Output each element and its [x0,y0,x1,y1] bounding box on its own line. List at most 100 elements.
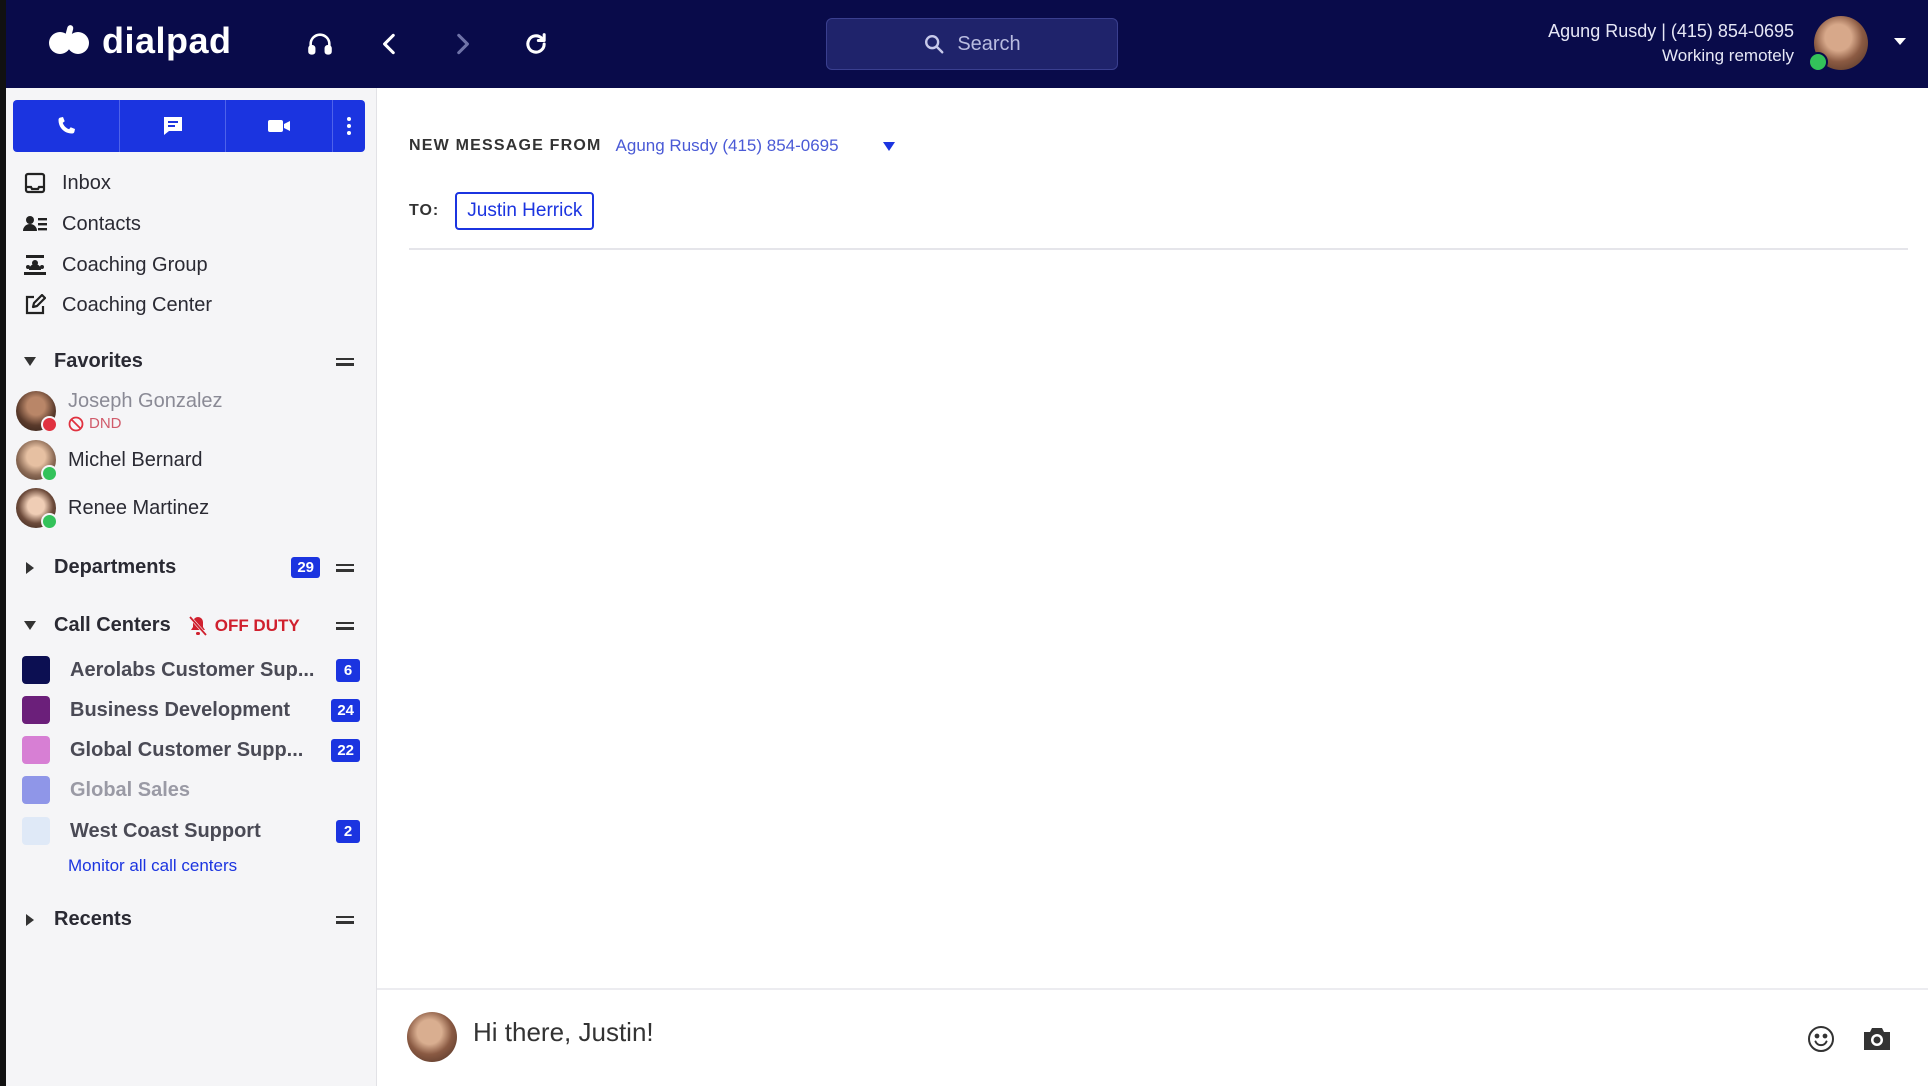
favorite-name: Michel Bernard [68,448,203,471]
call-center-color [22,696,50,724]
call-center-count-badge: 2 [336,819,360,843]
dnd-label: DND [89,415,122,432]
reorder-handle-icon[interactable] [336,563,354,572]
favorites-section-header[interactable]: Favorites [24,350,354,373]
logo[interactable]: dialpad [46,20,232,62]
from-label: NEW MESSAGE FROM [409,137,602,154]
off-duty-status[interactable]: OFF DUTY [188,615,300,636]
departments-title: Departments [54,556,177,578]
dialpad-logo-icon [49,25,89,54]
status-dot [41,465,58,482]
inbox-icon [22,170,48,196]
caret-right-icon [26,913,34,926]
user-status-text: Working remotely [1662,46,1794,65]
phone-icon [58,117,75,134]
reorder-handle-icon[interactable] [336,357,354,366]
reorder-handle-icon[interactable] [336,915,354,924]
monitor-all-call-centers-link[interactable]: Monitor all call centers [68,856,237,876]
favorite-item[interactable]: Michel Bernard [16,440,203,482]
call-center-count-badge: 24 [331,698,360,722]
message-to-row: TO: Justin Herrick [409,192,595,230]
departments-count-badge: 29 [291,557,320,578]
headset-icon[interactable] [302,26,338,62]
more-actions-button[interactable] [333,100,365,152]
message-button[interactable] [120,100,227,152]
edit-icon [22,292,48,318]
search-icon [925,35,944,54]
nav-item-coaching-group[interactable]: Coaching Group [22,252,208,278]
caret-right-icon [26,561,34,574]
call-centers-title: Call Centers [54,614,171,636]
favorite-name: Renee Martinez [68,496,210,519]
from-number-select[interactable]: Agung Rusdy (415) 854-0695 [616,136,839,156]
call-center-color [22,776,50,804]
chevron-down-icon[interactable] [1894,38,1906,45]
forward-arrow-icon[interactable] [444,26,480,62]
caret-down-icon[interactable] [882,141,895,151]
avatar [407,1012,457,1062]
to-label: TO: [409,202,440,219]
nav-item-label: Contacts [62,212,141,235]
back-arrow-icon[interactable] [372,26,408,62]
message-composer [377,988,1928,1086]
call-center-color [22,656,50,684]
emoji-icon[interactable] [1804,1022,1838,1056]
app-name: dialpad [102,20,232,61]
bell-off-icon [188,615,207,636]
nav-item-inbox[interactable]: Inbox [22,170,111,196]
recents-title: Recents [54,908,132,930]
nav-item-label: Inbox [62,171,111,194]
more-vertical-icon [347,117,352,135]
status-dot [41,416,58,433]
nav-item-label: Coaching Group [62,253,208,276]
divider [409,248,1908,250]
sidebar: Inbox Contacts Coaching Group Coaching C… [6,88,377,1086]
call-center-item[interactable]: West Coast Support 2 [22,817,360,845]
search-bar[interactable]: Search [826,18,1118,70]
nav-item-coaching-center[interactable]: Coaching Center [22,292,212,318]
coaching-group-icon [22,252,48,278]
call-center-name: Aerolabs Customer Sup... [70,658,315,681]
refresh-icon[interactable] [518,26,554,62]
call-centers-section-header[interactable]: Call Centers OFF DUTY [24,614,354,637]
call-center-item[interactable]: Business Development 24 [22,696,360,724]
avatar [16,488,58,530]
message-icon [163,117,182,135]
call-center-color [22,736,50,764]
caret-down-icon [24,357,36,366]
call-center-item[interactable]: Aerolabs Customer Sup... 6 [22,656,360,684]
top-bar: dialpad Search Agung Rusdy | (415) 854-0… [6,0,1928,88]
departments-section-header[interactable]: Departments 29 [24,556,354,579]
off-duty-label: OFF DUTY [214,615,300,635]
message-from-row: NEW MESSAGE FROM Agung Rusdy (415) 854-0… [409,136,895,156]
favorite-item[interactable]: Renee Martinez [16,488,210,530]
call-center-name: West Coast Support [70,819,261,842]
recipient-chip[interactable]: Justin Herrick [455,192,595,230]
nav-item-contacts[interactable]: Contacts [22,211,141,237]
user-online-status-dot [1808,52,1828,72]
app-window: dialpad Search Agung Rusdy | (415) 854-0… [6,0,1928,1086]
call-button[interactable] [13,100,120,152]
call-center-color [22,817,50,845]
call-center-name: Global Sales [70,778,191,801]
nav-item-label: Coaching Center [62,293,213,316]
reorder-handle-icon[interactable] [336,621,354,630]
message-input[interactable] [471,1016,1375,1049]
contacts-icon [22,211,48,237]
call-center-name: Global Customer Supp... [70,738,304,761]
video-button[interactable] [226,100,334,152]
recents-section-header[interactable]: Recents [24,908,354,931]
call-center-count-badge: 22 [331,738,360,762]
avatar [16,440,58,482]
dnd-icon [68,416,84,431]
caret-down-icon [24,621,36,630]
action-bar [13,100,365,152]
user-info[interactable]: Agung Rusdy | (415) 854-0695 Working rem… [1548,18,1794,68]
call-center-item[interactable]: Global Customer Supp... 22 [22,736,360,764]
call-center-item[interactable]: Global Sales [22,776,360,804]
camera-icon[interactable] [1860,1022,1894,1056]
favorite-item[interactable]: Joseph Gonzalez DND [16,390,223,433]
message-pane: NEW MESSAGE FROM Agung Rusdy (415) 854-0… [377,88,1928,1086]
user-name-number: Agung Rusdy | (415) 854-0695 [1548,21,1794,41]
status-dot [41,513,58,530]
